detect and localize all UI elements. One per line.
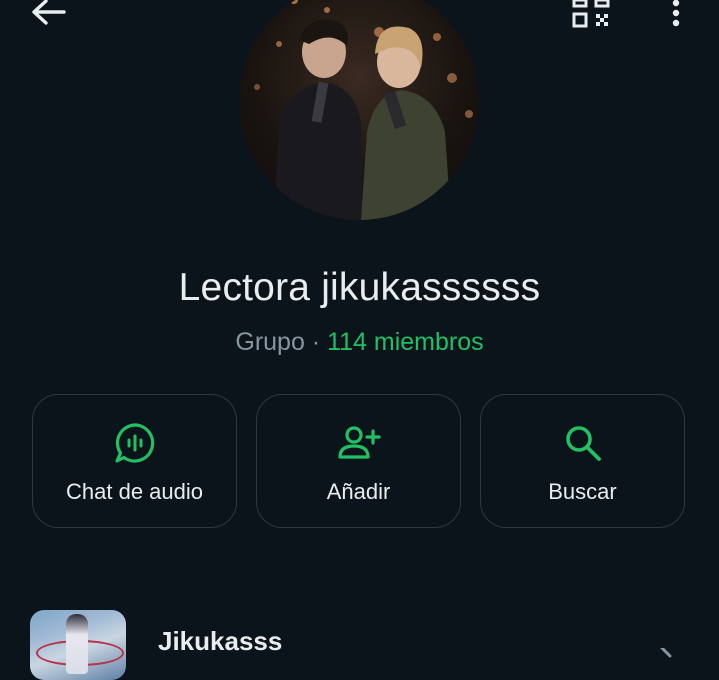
chevron-right-icon[interactable] (658, 648, 678, 658)
more-vertical-icon[interactable] (664, 0, 688, 32)
qr-code-icon[interactable] (570, 0, 614, 32)
group-type-label: Grupo (235, 328, 305, 356)
audio-chat-label: Chat de audio (66, 479, 203, 504)
members-count[interactable]: 114 miembros (327, 328, 484, 356)
search-icon (565, 426, 601, 461)
thumb-figure (66, 614, 88, 674)
search-button[interactable]: Buscar (480, 394, 685, 528)
meta-separator: · (304, 328, 328, 356)
audio-chat-icon (114, 423, 154, 463)
group-avatar[interactable] (239, 0, 479, 220)
search-label: Buscar (548, 479, 617, 504)
add-member-button[interactable]: Añadir (256, 394, 461, 528)
community-name: Jikukasss (158, 626, 283, 656)
group-name[interactable]: Lectora jikukassssss (0, 266, 719, 310)
group-photo (254, 0, 473, 220)
add-person-icon (337, 426, 381, 459)
community-row[interactable]: Jikukasss (0, 600, 719, 680)
group-meta: Grupo · 114 miembros (0, 328, 719, 357)
audio-chat-button[interactable]: Chat de audio (32, 394, 237, 528)
arrow-left-icon[interactable] (28, 0, 68, 28)
add-member-label: Añadir (326, 479, 391, 504)
community-thumbnail (30, 610, 126, 680)
